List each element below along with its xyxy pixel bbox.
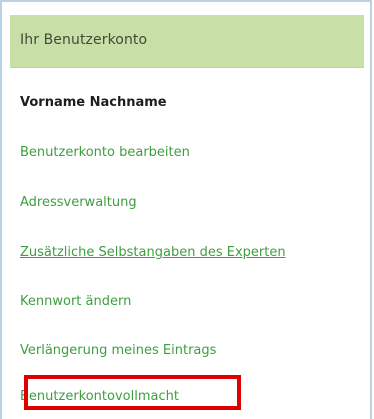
user-name: Vorname Nachname [20, 95, 167, 110]
menu-link-change-password[interactable]: Kennwort ändern [20, 294, 131, 309]
menu-link-renew-entry[interactable]: Verlängerung meines Eintrags [20, 343, 216, 358]
menu-link-address-management[interactable]: Adressverwaltung [20, 195, 137, 210]
menu-link-edit-account[interactable]: Benutzerkonto bearbeiten [20, 145, 190, 160]
menu-link-expert-self-details[interactable]: Zusätzliche Selbstangaben des Experten [20, 245, 286, 260]
account-panel: Ihr Benutzerkonto Vorname Nachname Benut… [0, 0, 372, 419]
panel-title: Ihr Benutzerkonto [20, 32, 148, 48]
panel-header: Ihr Benutzerkonto [10, 15, 364, 68]
highlight-box [24, 375, 241, 410]
